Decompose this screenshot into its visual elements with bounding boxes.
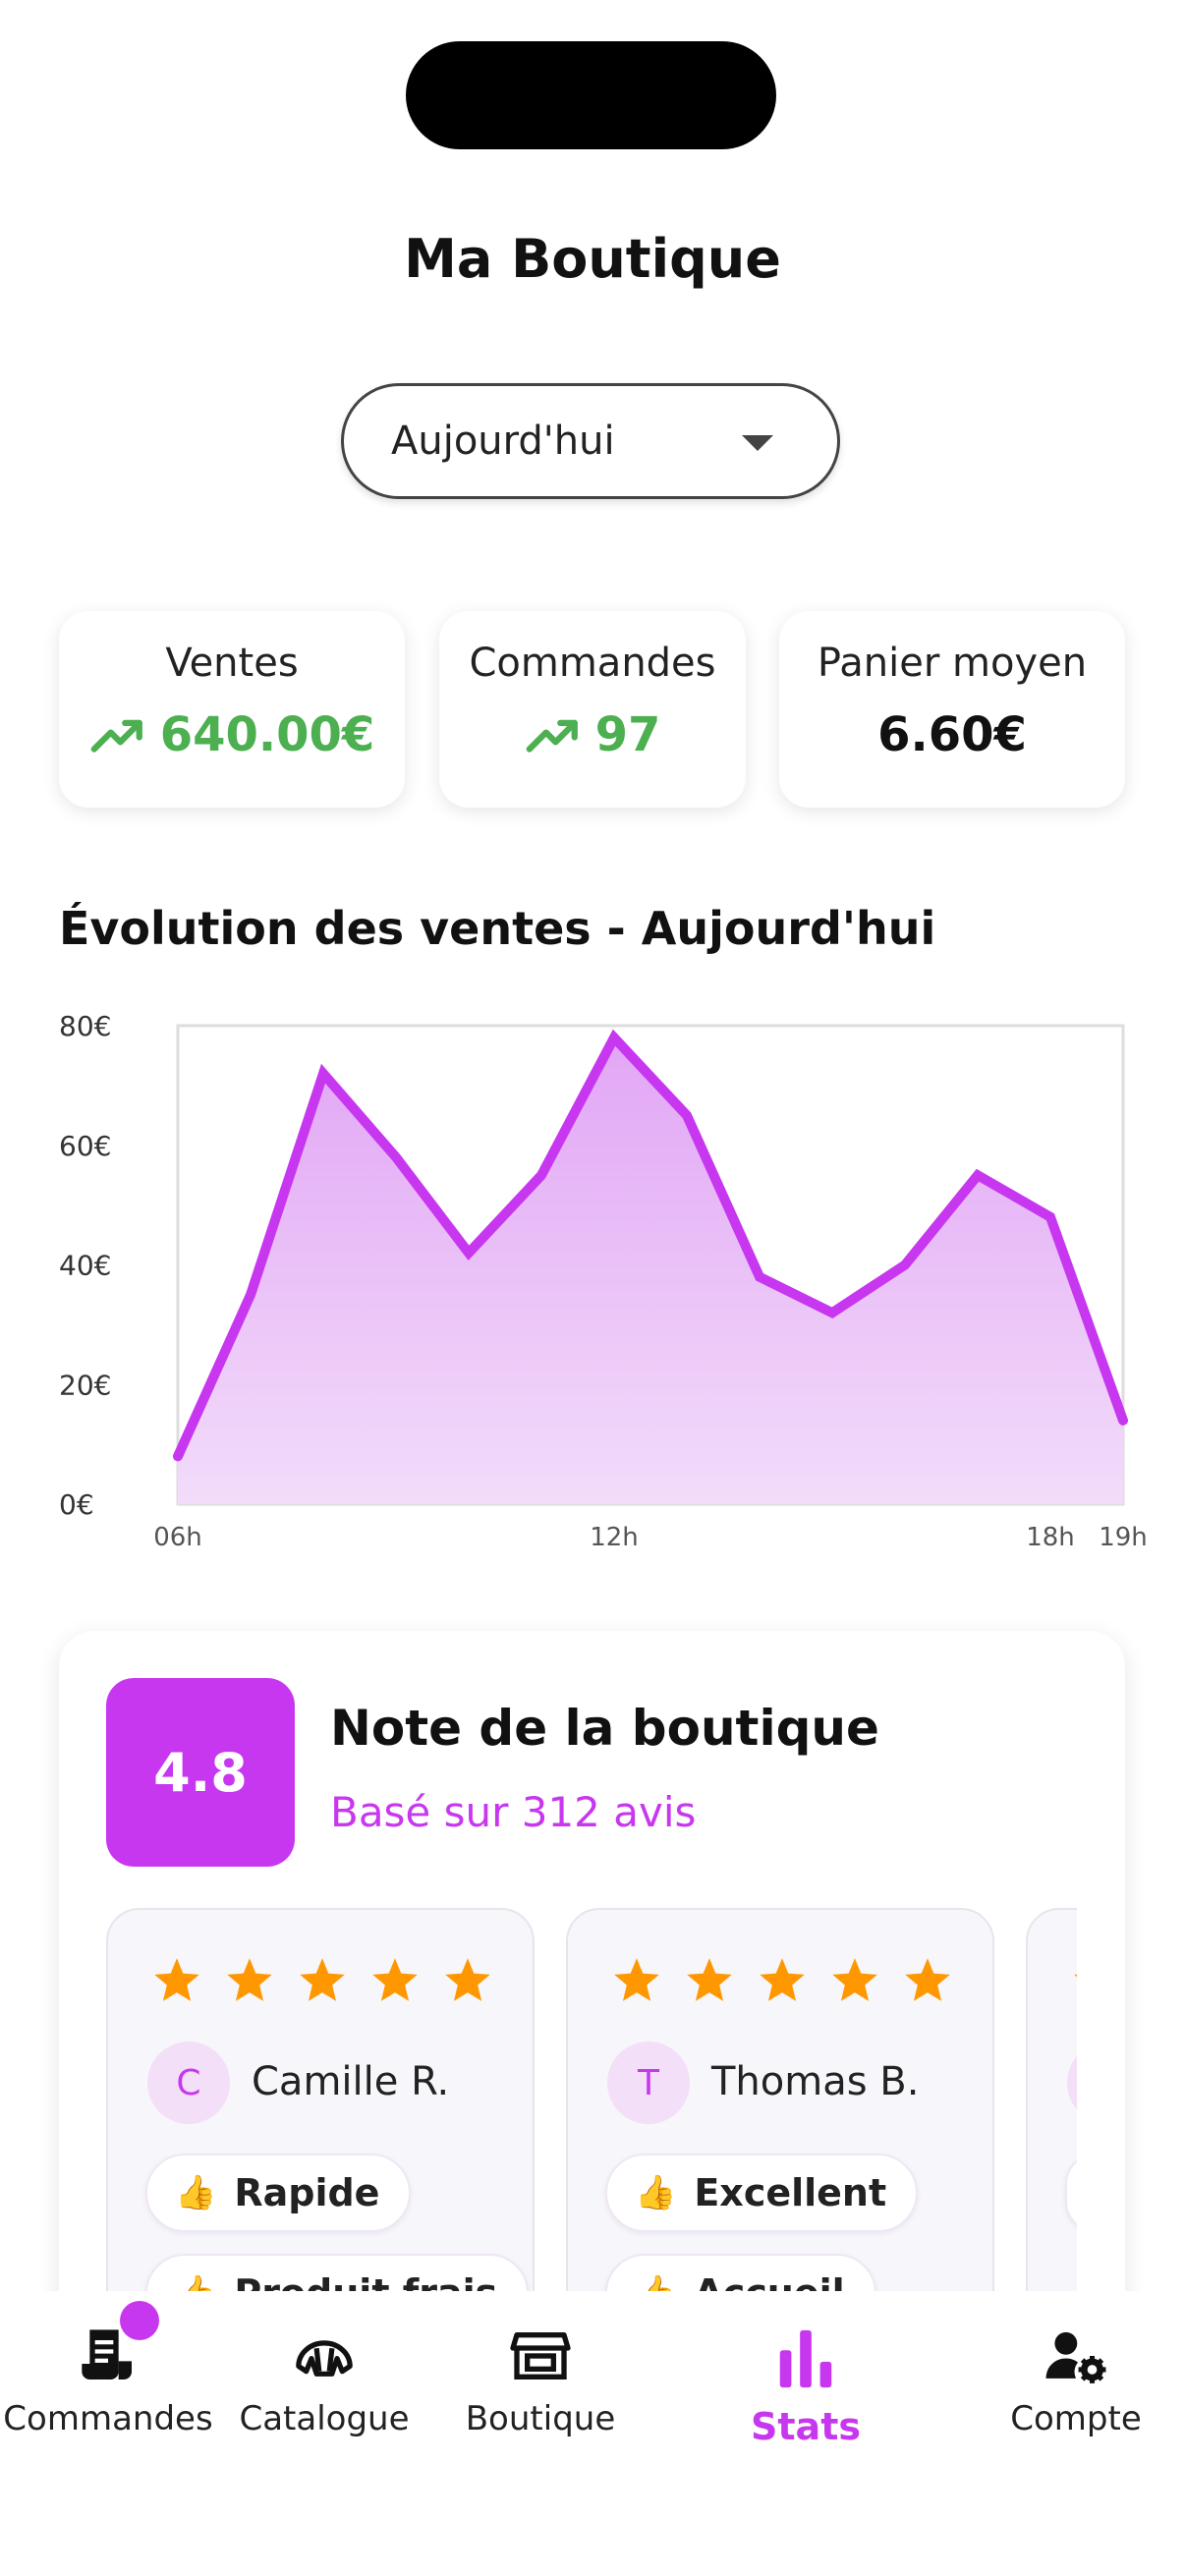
reviewer-name: Thomas B. [711, 2059, 920, 2104]
chart-area-fill [178, 1037, 1123, 1504]
star-icon [300, 1958, 345, 2001]
trending-up-icon [90, 719, 142, 753]
nav-label: Boutique [465, 2399, 616, 2438]
page-title: Ma Boutique [404, 228, 781, 290]
rating-score-badge: 4.8 [106, 1678, 295, 1867]
x-tick-label: 12h [590, 1523, 639, 1552]
stat-label: Commandes [469, 641, 716, 686]
dynamic-island [406, 41, 776, 149]
star-icon [445, 1958, 490, 2001]
y-tick-label: 60€ [59, 1130, 111, 1162]
review-tag [1065, 2154, 1077, 2232]
review-tag: 👍 Excellent [605, 2154, 919, 2232]
star-icon [154, 1958, 199, 2001]
review-tag-label: Excellent [694, 2171, 887, 2214]
bottom-nav: Commandes Catalogue Boutique Stats Compt… [0, 2291, 1185, 2576]
star-icon [760, 1958, 805, 2001]
thumbs-up-icon: 👍 [635, 2173, 677, 2212]
star-rating [1071, 1955, 1077, 2006]
croissant-icon [296, 2340, 353, 2377]
period-select-value: Aujourd'hui [391, 419, 615, 464]
y-tick-label: 20€ [59, 1369, 111, 1401]
notification-badge [120, 2301, 159, 2340]
trending-up-icon [526, 719, 578, 753]
storefront-icon [510, 2332, 571, 2380]
star-icon [905, 1958, 950, 2001]
stat-label: Ventes [165, 641, 299, 686]
y-tick-label: 0€ [59, 1488, 94, 1521]
star-icon [372, 1958, 418, 2001]
star-rating [151, 1955, 493, 2006]
x-tick-label: 19h [1099, 1523, 1148, 1552]
nav-label: Catalogue [239, 2399, 410, 2438]
y-tick-label: 40€ [59, 1250, 111, 1282]
nav-item-compte[interactable]: Compte [973, 2324, 1179, 2438]
sales-area-chart: 0€ 20€ 40€ 60€ 80€ 06h 12h 18h 19h [59, 1010, 1148, 1552]
stat-card-ventes: Ventes 640.00€ [59, 611, 405, 808]
star-icon [614, 1958, 659, 2001]
star-icon [687, 1958, 732, 2001]
y-tick-label: 80€ [59, 1010, 111, 1042]
avatar [1067, 2042, 1077, 2124]
bar-chart-icon [779, 2329, 832, 2388]
star-icon [1074, 1974, 1077, 1978]
rating-title: Note de la boutique [330, 1700, 879, 1757]
nav-label: Compte [1010, 2399, 1142, 2438]
nav-item-boutique[interactable]: Boutique [432, 2324, 649, 2438]
stat-value: 640.00€ [159, 707, 375, 762]
period-select[interactable]: Aujourd'hui [341, 383, 840, 499]
avatar: T [607, 2042, 690, 2124]
nav-label: Commandes [3, 2399, 213, 2438]
x-tick-label: 06h [153, 1523, 202, 1552]
nav-item-catalogue[interactable]: Catalogue [216, 2324, 432, 2438]
stat-value: 97 [594, 707, 661, 762]
star-icon [227, 1958, 272, 2001]
caret-down-icon [742, 435, 773, 451]
review-tag-label: Rapide [234, 2171, 380, 2214]
reviewer-name: Camille R. [252, 2059, 450, 2104]
x-tick-label: 18h [1026, 1523, 1075, 1552]
stat-card-panier-moyen: Panier moyen 6.60€ [779, 611, 1125, 808]
avatar: C [147, 2042, 230, 2124]
stat-value: 6.60€ [877, 707, 1027, 762]
nav-item-commandes[interactable]: Commandes [0, 2324, 216, 2438]
rating-review-count: Basé sur 312 avis [330, 1788, 697, 1836]
review-tag: 👍 Rapide [145, 2154, 412, 2232]
star-icon [832, 1958, 877, 2001]
thumbs-up-icon: 👍 [175, 2173, 217, 2212]
nav-label: Stats [751, 2405, 861, 2448]
user-settings-icon [1045, 2331, 1106, 2383]
star-rating [611, 1955, 953, 2006]
chart-title: Évolution des ventes - Aujourd'hui [59, 902, 936, 955]
stat-label: Panier moyen [817, 641, 1088, 686]
nav-item-stats[interactable]: Stats [698, 2324, 914, 2448]
stat-card-commandes: Commandes 97 [439, 611, 746, 808]
